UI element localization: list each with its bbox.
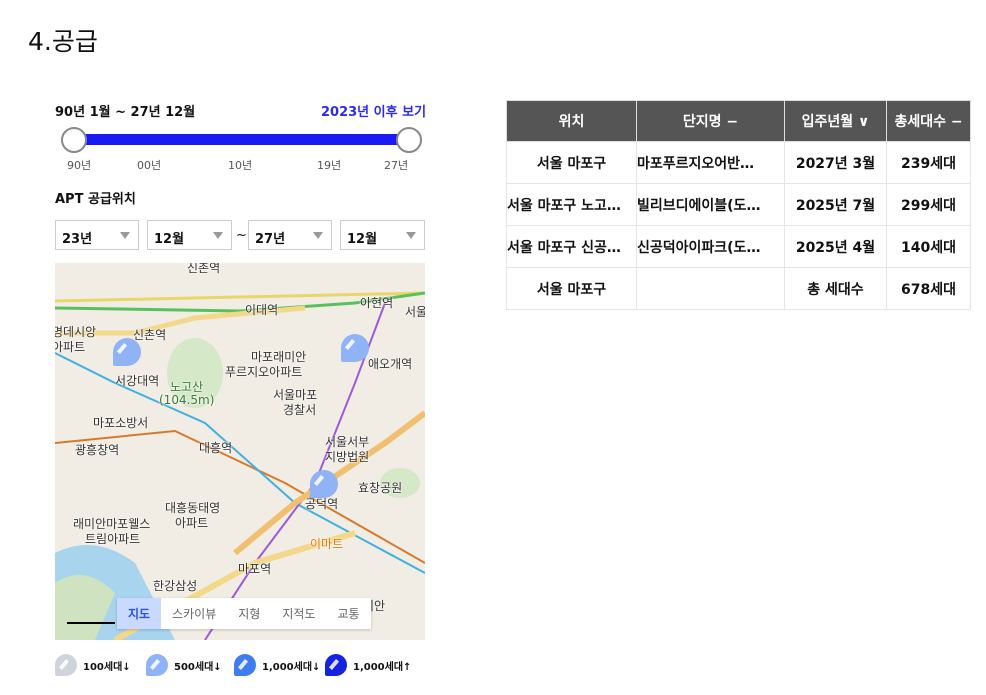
map-label: 아파트 <box>175 516 209 530</box>
cell-location: 서울 마포구 신공… <box>506 225 637 268</box>
map-type-tabs: 지도 스카이뷰 지형 지적도 교통 <box>117 598 371 629</box>
marker-icon <box>146 654 168 676</box>
map-label: 서울 <box>405 305 425 319</box>
cell-complex: 빌리브디에이블(도… <box>636 183 785 226</box>
map-label: 신촌역 <box>187 263 221 275</box>
table-row[interactable]: 서울 마포구 노고… 빌리브디에이블(도… 2025년 7월 299세대 <box>506 183 971 226</box>
map-label: 신촌역 <box>133 328 167 342</box>
cell-complex <box>636 267 785 310</box>
legend-item: 1,000세대↓ <box>234 654 320 676</box>
range-slider-track[interactable] <box>73 134 408 145</box>
slider-tick: 00년 <box>137 159 162 172</box>
legend-item: 1,000세대↑ <box>325 654 411 676</box>
slider-tick: 27년 <box>384 159 409 172</box>
from-year-value: 23년 <box>62 232 93 247</box>
supply-table: 위치 단지명 − 입주년월 ∨ 총세대수 − 서울 마포구 마포푸르지오어반… 20… <box>506 100 971 310</box>
apt-marker-icon[interactable] <box>310 470 338 498</box>
dropdown-arrow-icon <box>120 232 130 239</box>
legend-item: 100세대↓ <box>55 654 131 676</box>
slider-tick: 10년 <box>228 159 253 172</box>
marker-icon <box>55 654 77 676</box>
marker-icon <box>325 654 347 676</box>
table-row[interactable]: 서울 마포구 신공… 신공덕아이파크(도… 2025년 4월 140세대 <box>506 225 971 268</box>
map-label: 마포소방서 <box>93 416 149 430</box>
legend-label: 1,000세대↓ <box>262 661 321 673</box>
view-after-2023-link[interactable]: 2023년 이후 보기 <box>321 101 426 120</box>
map-label: 지방법원 <box>325 450 370 464</box>
tab-terrain[interactable]: 지형 <box>227 598 271 629</box>
map-label: 이마트 <box>310 537 344 551</box>
cell-complex: 마포푸르지오어반… <box>636 141 785 184</box>
legend-label: 100세대↓ <box>83 661 131 673</box>
to-month-value: 12월 <box>347 232 378 247</box>
dropdown-arrow-icon <box>406 232 416 239</box>
cell-move-in: 2027년 3월 <box>784 141 887 184</box>
map-label: 광흥창역 <box>75 443 120 457</box>
column-header-complex[interactable]: 단지명 − <box>636 100 785 142</box>
table-row[interactable]: 서울 마포구 마포푸르지오어반… 2027년 3월 239세대 <box>506 141 971 184</box>
cell-households: 678세대 <box>886 267 971 310</box>
marker-icon <box>234 654 256 676</box>
column-header-move-in[interactable]: 입주년월 ∨ <box>784 100 887 142</box>
from-month-select[interactable]: 12월 <box>147 220 232 250</box>
map-label: 이대역 <box>245 303 279 317</box>
date-range-label: 90년 1월 ~ 27년 12월 <box>55 105 196 120</box>
cell-households: 140세대 <box>886 225 971 268</box>
map-label: 애오개역 <box>368 357 413 371</box>
column-header-households[interactable]: 총세대수 − <box>886 100 971 142</box>
dropdown-arrow-icon <box>313 232 323 239</box>
cell-location: 서울 마포구 노고… <box>506 183 637 226</box>
legend-label: 500세대↓ <box>174 661 222 673</box>
tab-cadastral[interactable]: 지적도 <box>271 598 326 629</box>
legend-item: 500세대↓ <box>146 654 222 676</box>
to-year-value: 27년 <box>255 232 286 247</box>
cell-location: 서울 마포구 <box>506 267 637 310</box>
from-year-select[interactable]: 23년 <box>55 220 139 250</box>
slider-tick: 90년 <box>67 159 92 172</box>
section-title: 4.공급 <box>28 27 98 56</box>
cell-move-in: 총 세대수 <box>784 267 887 310</box>
tab-traffic[interactable]: 교통 <box>326 598 370 629</box>
map-label: 아파트 <box>55 340 86 354</box>
map-label: 한강삼성 <box>153 579 198 593</box>
map-label: 아현역 <box>360 296 394 310</box>
to-year-select[interactable]: 27년 <box>248 220 332 250</box>
map-label: 경찰서 <box>283 403 317 417</box>
map-label: 트림아파트 <box>85 532 141 546</box>
cell-location: 서울 마포구 <box>506 141 637 184</box>
apt-marker-icon[interactable] <box>341 334 369 362</box>
cell-households: 239세대 <box>886 141 971 184</box>
map-label: 대흥역 <box>199 441 233 455</box>
apt-marker-icon[interactable] <box>113 338 141 366</box>
legend-label: 1,000세대↑ <box>353 661 412 673</box>
table-row[interactable]: 서울 마포구 총 세대수 678세대 <box>506 267 971 310</box>
range-slider-end-handle[interactable] <box>396 127 422 153</box>
apt-location-heading: APT 공급위치 <box>55 192 136 207</box>
from-month-value: 12월 <box>154 232 185 247</box>
map-view[interactable]: 신촌역 이대역 아현역 신촌역 서울 명데시앙 아파트 서강대역 노고산 (10… <box>55 263 425 640</box>
cell-households: 299세대 <box>886 183 971 226</box>
map-label: 효창공원 <box>358 481 403 495</box>
slider-tick: 19년 <box>317 159 342 172</box>
cell-move-in: 2025년 7월 <box>784 183 887 226</box>
map-label: (104.5m) <box>159 393 215 407</box>
map-label: 푸르지오아파트 <box>225 365 303 379</box>
cell-complex: 신공덕아이파크(도… <box>636 225 785 268</box>
to-month-select[interactable]: 12월 <box>340 220 425 250</box>
tab-skyview[interactable]: 스카이뷰 <box>161 598 227 629</box>
map-label: 서강대역 <box>115 374 160 388</box>
cell-move-in: 2025년 4월 <box>784 225 887 268</box>
dropdown-arrow-icon <box>213 232 223 239</box>
column-header-location[interactable]: 위치 <box>506 100 637 142</box>
tab-map[interactable]: 지도 <box>117 598 162 629</box>
range-slider-start-handle[interactable] <box>61 127 87 153</box>
map-label: 마포역 <box>238 562 272 576</box>
range-separator: ~ <box>236 228 247 243</box>
